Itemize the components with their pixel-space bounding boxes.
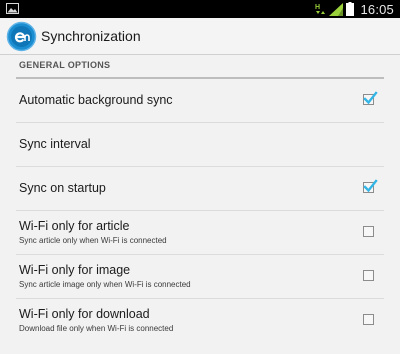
status-time: 16:05 [360,1,394,17]
app-logo-icon[interactable] [6,21,37,52]
pref-sync-interval[interactable]: Sync interval [16,123,384,167]
battery-icon [346,2,355,16]
checkmark-icon [363,91,378,105]
page-title: Synchronization [41,28,141,44]
svg-text:H: H [315,4,320,11]
pref-title: Wi-Fi only for article [19,219,130,233]
pref-title: Sync on startup [19,181,106,195]
checkbox-wifi-only-download[interactable] [363,314,374,325]
pref-automatic-background-sync[interactable]: Automatic background sync [16,79,384,123]
pref-summary: Sync article only when Wi-Fi is connecte… [19,236,167,245]
pref-wifi-only-image[interactable]: Wi-Fi only for image Sync article image … [16,255,384,299]
checkmark-icon [363,179,378,193]
status-bar: H 16:05 [0,0,400,18]
action-bar: Synchronization [0,18,400,55]
pref-sync-on-startup[interactable]: Sync on startup [16,167,384,211]
section-header: GENERAL OPTIONS [16,55,384,79]
pref-title: Automatic background sync [19,93,173,107]
pref-title: Wi-Fi only for download [19,307,150,321]
settings-list: GENERAL OPTIONS Automatic background syn… [0,55,400,342]
pref-title: Wi-Fi only for image [19,263,131,277]
checkbox-sync-on-startup[interactable] [363,179,378,193]
checkbox-automatic-background-sync[interactable] [363,91,378,105]
section-title: GENERAL OPTIONS [19,60,111,70]
checkbox-wifi-only-image[interactable] [363,270,374,281]
pref-wifi-only-article[interactable]: Wi-Fi only for article Sync article only… [16,211,384,255]
hspa-data-icon: H [315,4,326,14]
pref-title: Sync interval [19,137,91,151]
pref-summary: Download file only when Wi-Fi is connect… [19,324,174,333]
pref-summary: Sync article image only when Wi-Fi is co… [19,280,191,289]
gallery-icon [6,3,19,14]
pref-wifi-only-download[interactable]: Wi-Fi only for download Download file on… [16,299,384,342]
checkbox-wifi-only-article[interactable] [363,226,374,237]
signal-icon [329,2,344,16]
